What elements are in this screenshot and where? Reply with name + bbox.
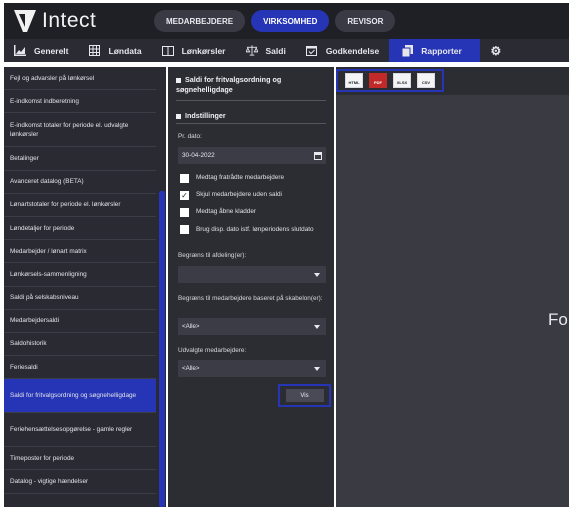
date-field[interactable]: 30-04-2022	[178, 147, 326, 164]
documents-icon	[401, 44, 413, 57]
tab-virksomhed[interactable]: VIRKSOMHED	[251, 10, 330, 32]
checkbox[interactable]	[180, 208, 189, 217]
department-label: Begræns til afdeling(er):	[178, 252, 247, 259]
sidebar-scrollbar[interactable]	[158, 67, 166, 507]
logo[interactable]: Intect	[12, 7, 142, 35]
settings-panel: Saldi for fritvalgsordning og søgnehelli…	[168, 67, 334, 507]
checkbox-use-disp-date[interactable]: Brug disp. dato istf. lønperiodens slutd…	[180, 225, 325, 234]
report-item[interactable]: E-indkomst indberetning	[4, 90, 156, 114]
report-viewer-text: For	[548, 310, 569, 329]
report-item[interactable]: Fejl og advarsler på lønkørsel	[4, 67, 156, 91]
checkbox-hide-no-balance[interactable]: ✓ Skjul medarbejdere uden saldi	[180, 191, 282, 200]
logo-mark-icon	[12, 7, 38, 35]
nav-saldi[interactable]: Saldi	[236, 39, 296, 62]
template-label: Begræns til medarbejdere baseret på skab…	[178, 295, 323, 302]
main-nav: Generelt Løndata Lønkørsler Saldi Godken…	[4, 39, 569, 62]
nav-label: Godkendelse	[325, 45, 380, 56]
divider	[176, 123, 326, 124]
checkbox-include-drafts[interactable]: Medtag åbne kladder	[180, 208, 256, 217]
checkbox-label: Medtag fratrådte medarbejdere	[196, 174, 285, 181]
report-item[interactable]: Feriesaldi	[4, 356, 156, 380]
calendar-icon[interactable]	[314, 151, 322, 160]
report-item[interactable]: Medarbejder / lønart matrix	[4, 240, 156, 264]
report-viewer: For	[336, 95, 569, 507]
xlsx-file-icon[interactable]: XLSX	[393, 73, 411, 88]
employees-label: Udvalgte medarbejdere:	[178, 347, 247, 354]
report-title: Saldi for fritvalgsordning og søgnehelli…	[176, 75, 282, 94]
nav-label: Rapporter	[421, 45, 462, 56]
chevron-down-icon	[314, 272, 320, 277]
template-select[interactable]: <Alle>	[178, 318, 326, 335]
checkbox-checked[interactable]: ✓	[180, 191, 189, 200]
calendar-check-icon	[306, 45, 318, 57]
divider	[176, 100, 326, 101]
nav-label: Løndata	[108, 45, 142, 56]
report-item[interactable]: Datalog - vigtige hændelser	[4, 470, 156, 494]
app-frame: Intect MEDARBEJDERE VIRKSOMHED REVISOR G…	[0, 0, 572, 510]
report-area: HTML PDF XLSX CSV For	[336, 67, 569, 507]
report-list: Fejl og advarsler på lønkørsel E-indkoms…	[4, 67, 156, 494]
checkbox-include-terminated[interactable]: Medtag fratrådte medarbejdere	[180, 174, 284, 183]
chart-icon	[14, 45, 26, 57]
nav-label: Generelt	[34, 45, 69, 56]
report-item[interactable]: Betalinger	[4, 147, 156, 171]
nav-label: Saldi	[265, 45, 286, 56]
tab-medarbejdere[interactable]: MEDARBEJDERE	[154, 10, 246, 32]
nav-loenkoersler[interactable]: Lønkørsler	[152, 39, 236, 62]
grid-icon	[89, 45, 101, 57]
top-header: Intect MEDARBEJDERE VIRKSOMHED REVISOR	[4, 3, 569, 39]
report-item[interactable]: Medarbejdersaldi	[4, 310, 156, 333]
report-item[interactable]: Lønkørsels-sammenligning	[4, 263, 156, 287]
book-icon	[161, 45, 174, 57]
chevron-down-icon	[314, 324, 320, 329]
nav-generelt[interactable]: Generelt	[4, 39, 79, 62]
tab-revisor[interactable]: REVISOR	[335, 10, 396, 32]
checkbox[interactable]	[180, 225, 189, 234]
bullet-icon	[176, 113, 181, 119]
date-label: Pr. dato:	[178, 133, 202, 140]
settings-heading: Indstillinger	[176, 111, 226, 120]
nav-godkendelse[interactable]: Godkendelse	[296, 39, 389, 62]
employees-select[interactable]: <Alle>	[178, 360, 326, 377]
logo-text: Intect	[42, 9, 97, 32]
csv-file-icon[interactable]: CSV	[417, 73, 435, 88]
checkbox-label: Skjul medarbejdere uden saldi	[196, 191, 282, 198]
checkbox-label: Medtag åbne kladder	[196, 208, 257, 215]
report-sidebar: Fejl og advarsler på lønkørsel E-indkoms…	[4, 67, 166, 507]
report-item[interactable]: Løndetaljer for periode	[4, 217, 156, 241]
nav-rapporter[interactable]: Rapporter	[389, 39, 480, 62]
nav-settings[interactable]: ⚙	[480, 39, 520, 62]
gear-icon: ⚙	[490, 43, 502, 58]
report-item[interactable]: Lønartstotaler for periode el. lønkørsle…	[4, 194, 156, 217]
date-value: 30-04-2022	[182, 152, 215, 159]
bullet-icon	[176, 77, 181, 83]
report-item[interactable]: Avanceret datalog (BETA)	[4, 171, 156, 194]
chevron-down-icon	[314, 366, 320, 371]
department-select[interactable]	[178, 266, 326, 283]
select-value: <Alle>	[182, 323, 200, 330]
report-item[interactable]: Saldohistorik	[4, 333, 156, 357]
report-item[interactable]: E-indkomst totaler for periode el. udval…	[4, 113, 156, 148]
top-tabs: MEDARBEJDERE VIRKSOMHED REVISOR	[154, 10, 396, 32]
export-toolbar: HTML PDF XLSX CSV	[336, 69, 444, 92]
checkbox[interactable]	[180, 174, 189, 183]
html-file-icon[interactable]: HTML	[345, 73, 363, 88]
nav-label: Lønkørsler	[181, 45, 226, 56]
report-item[interactable]: Saldi på selskabsniveau	[4, 287, 156, 310]
pdf-file-icon[interactable]: PDF	[369, 73, 387, 88]
sidebar-scroll-thumb[interactable]	[159, 191, 165, 507]
show-button[interactable]: Vis	[285, 389, 324, 402]
report-item[interactable]: Timeposter for periode	[4, 447, 156, 471]
select-value: <Alle>	[182, 365, 200, 372]
report-item[interactable]: Feriehensættelsesopgørelse - gamle regle…	[4, 413, 156, 448]
report-item-active[interactable]: Saldi for fritvalgsordning og søgnehelli…	[4, 379, 156, 414]
nav-loendata[interactable]: Løndata	[79, 39, 152, 62]
scale-icon	[245, 45, 258, 57]
checkbox-label: Brug disp. dato istf. lønperiodens slutd…	[196, 226, 314, 233]
show-button-highlight: Vis	[278, 384, 331, 407]
